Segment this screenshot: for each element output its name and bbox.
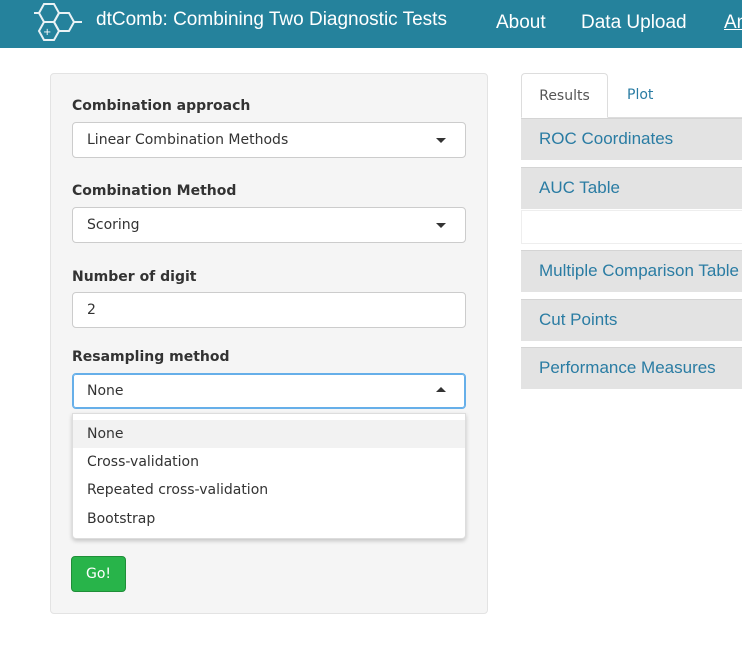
approach-label: Combination approach	[72, 98, 251, 114]
chevron-down-icon	[436, 138, 446, 143]
svg-text:+: +	[43, 27, 51, 38]
chevron-up-icon	[436, 387, 446, 392]
nav-about[interactable]: About	[496, 12, 546, 34]
resampling-dropdown: None Cross-validation Repeated cross-val…	[72, 413, 466, 539]
accordion-title: AUC Table	[539, 178, 620, 197]
accordion-title: Cut Points	[539, 310, 618, 329]
resampling-label: Resampling method	[72, 349, 230, 365]
accordion-title: ROC Coordinates	[539, 129, 674, 148]
go-button[interactable]: Go!	[71, 556, 126, 592]
resampling-select[interactable]: None	[72, 373, 466, 409]
auc-table-body	[521, 210, 742, 244]
navbar: + dtComb: Combining Two Diagnostic Tests…	[0, 0, 742, 48]
accordion-title: Multiple Comparison Table	[539, 261, 740, 280]
option-bootstrap[interactable]: Bootstrap	[73, 505, 465, 533]
accordion-auc-table[interactable]: AUC Table	[521, 167, 742, 209]
accordion-title: Performance Measures	[539, 358, 716, 377]
resampling-value: None	[87, 383, 124, 399]
accordion-performance-measures[interactable]: Performance Measures	[521, 347, 742, 389]
approach-value: Linear Combination Methods	[87, 132, 289, 148]
nav-data-upload[interactable]: Data Upload	[581, 12, 687, 34]
method-label: Combination Method	[72, 183, 237, 199]
settings-panel: Combination approach Linear Combination …	[50, 73, 488, 614]
tab-plot[interactable]: Plot	[627, 73, 653, 118]
accordion-cut-points[interactable]: Cut Points	[521, 299, 742, 341]
tab-results[interactable]: Results	[521, 73, 608, 118]
approach-select[interactable]: Linear Combination Methods	[72, 122, 466, 158]
chevron-down-icon	[436, 223, 446, 228]
method-value: Scoring	[87, 217, 140, 233]
accordion-roc-coordinates[interactable]: ROC Coordinates	[521, 118, 742, 160]
hexagon-molecule-icon: +	[34, 3, 82, 41]
digit-value: 2	[87, 302, 96, 318]
digit-input[interactable]: 2	[72, 292, 466, 328]
option-none[interactable]: None	[73, 420, 465, 448]
option-cross-validation[interactable]: Cross-validation	[73, 448, 465, 476]
accordion-multiple-comparison[interactable]: Multiple Comparison Table	[521, 250, 742, 292]
option-repeated-cross-validation[interactable]: Repeated cross-validation	[73, 476, 465, 504]
method-select[interactable]: Scoring	[72, 207, 466, 243]
digit-label: Number of digit	[72, 269, 197, 285]
app-title: dtComb: Combining Two Diagnostic Tests	[96, 9, 447, 30]
nav-analysis[interactable]: An	[724, 12, 742, 34]
results-tabs: Results Plot	[521, 73, 742, 118]
